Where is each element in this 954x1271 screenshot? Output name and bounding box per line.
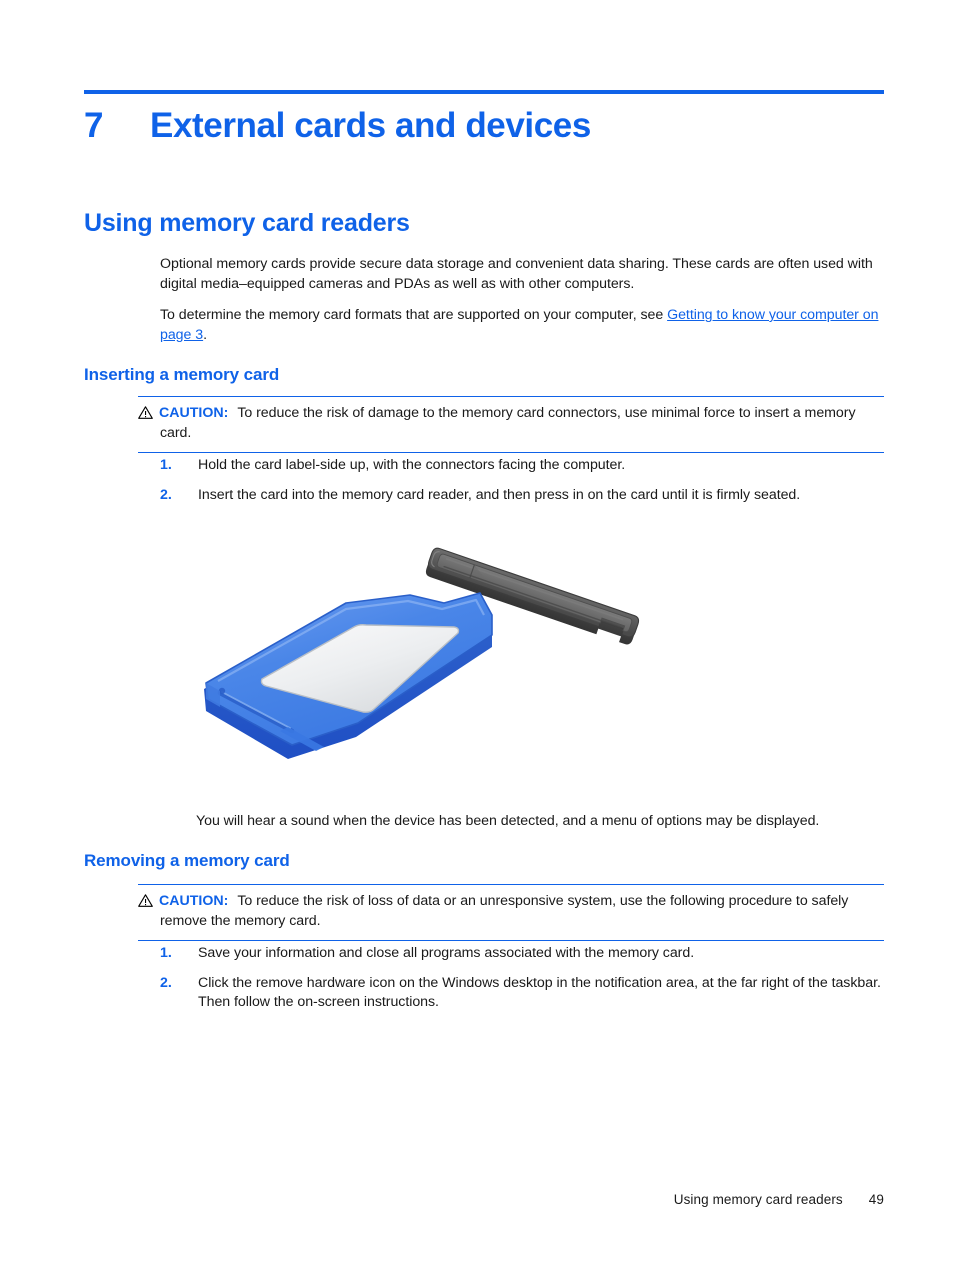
- list-item-number: 1.: [160, 945, 172, 961]
- list-item: 2. Click the remove hardware icon on the…: [160, 974, 882, 1013]
- list-item-number: 1.: [160, 457, 172, 473]
- intro-paragraph-1: Optional memory cards provide secure dat…: [160, 256, 873, 292]
- caution-note-remove-body: CAUTION: To reduce the risk of loss of da…: [138, 892, 884, 931]
- insert-steps-list: 1. Hold the card label-side up, with the…: [160, 456, 882, 515]
- figure-caption: You will hear a sound when the device ha…: [196, 813, 820, 829]
- intro-paragraph-2: To determine the memory card formats tha…: [160, 306, 882, 345]
- chapter-number: 7: [84, 106, 104, 145]
- warning-triangle-icon: [138, 406, 153, 419]
- footer-page-number: 49: [868, 1192, 884, 1207]
- heading-removing-a-memory-card: Removing a memory card: [84, 851, 290, 870]
- list-item-text: Hold the card label-side up, with the co…: [198, 457, 626, 473]
- list-item: 1. Save your information and close all p…: [160, 944, 882, 964]
- list-item-number: 2.: [160, 486, 172, 503]
- caution-note-insert: CAUTION: To reduce the risk of damage to …: [138, 396, 884, 453]
- heading-using-memory-card-readers: Using memory card readers: [84, 209, 410, 237]
- caution-text-remove: To reduce the risk of loss of data or an…: [160, 893, 849, 929]
- list-item-text: Save your information and close all prog…: [198, 945, 695, 961]
- list-item: 1. Hold the card label-side up, with the…: [160, 456, 882, 476]
- memory-card: [204, 592, 493, 759]
- heading-inserting-a-memory-card: Inserting a memory card: [84, 365, 280, 384]
- footer-section-title: Using memory card readers: [673, 1192, 843, 1207]
- caution-label-insert: CAUTION:: [159, 405, 229, 421]
- caution-text-insert: To reduce the risk of damage to the memo…: [160, 405, 856, 441]
- list-item-text: Click the remove hardware icon on the Wi…: [198, 974, 881, 1011]
- memory-card-insertion-illustration: [196, 523, 676, 803]
- caution-note-insert-body: CAUTION: To reduce the risk of damage to …: [138, 404, 884, 443]
- warning-triangle-icon: [138, 894, 153, 907]
- intro-paragraph-2-lead: To determine the memory card formats tha…: [160, 307, 668, 323]
- intro-paragraph-2-tail: .: [203, 326, 208, 343]
- list-item-number: 2.: [160, 974, 172, 991]
- caution-note-remove: CAUTION: To reduce the risk of loss of da…: [138, 884, 884, 941]
- chapter-rule: [84, 90, 884, 94]
- caution-label-remove: CAUTION:: [159, 893, 229, 909]
- list-item-text: Insert the card into the memory card rea…: [198, 486, 801, 503]
- chapter-title: 7 External cards and devices: [84, 104, 904, 148]
- document-page: 7 External cards and devices Using memor…: [0, 0, 954, 1271]
- chapter-heading-text: External cards and devices: [150, 106, 591, 145]
- page-footer: Using memory card readers 49: [84, 1192, 884, 1207]
- list-item: 2. Insert the card into the memory card …: [160, 486, 882, 506]
- remove-steps-list: 1. Save your information and close all p…: [160, 944, 882, 1023]
